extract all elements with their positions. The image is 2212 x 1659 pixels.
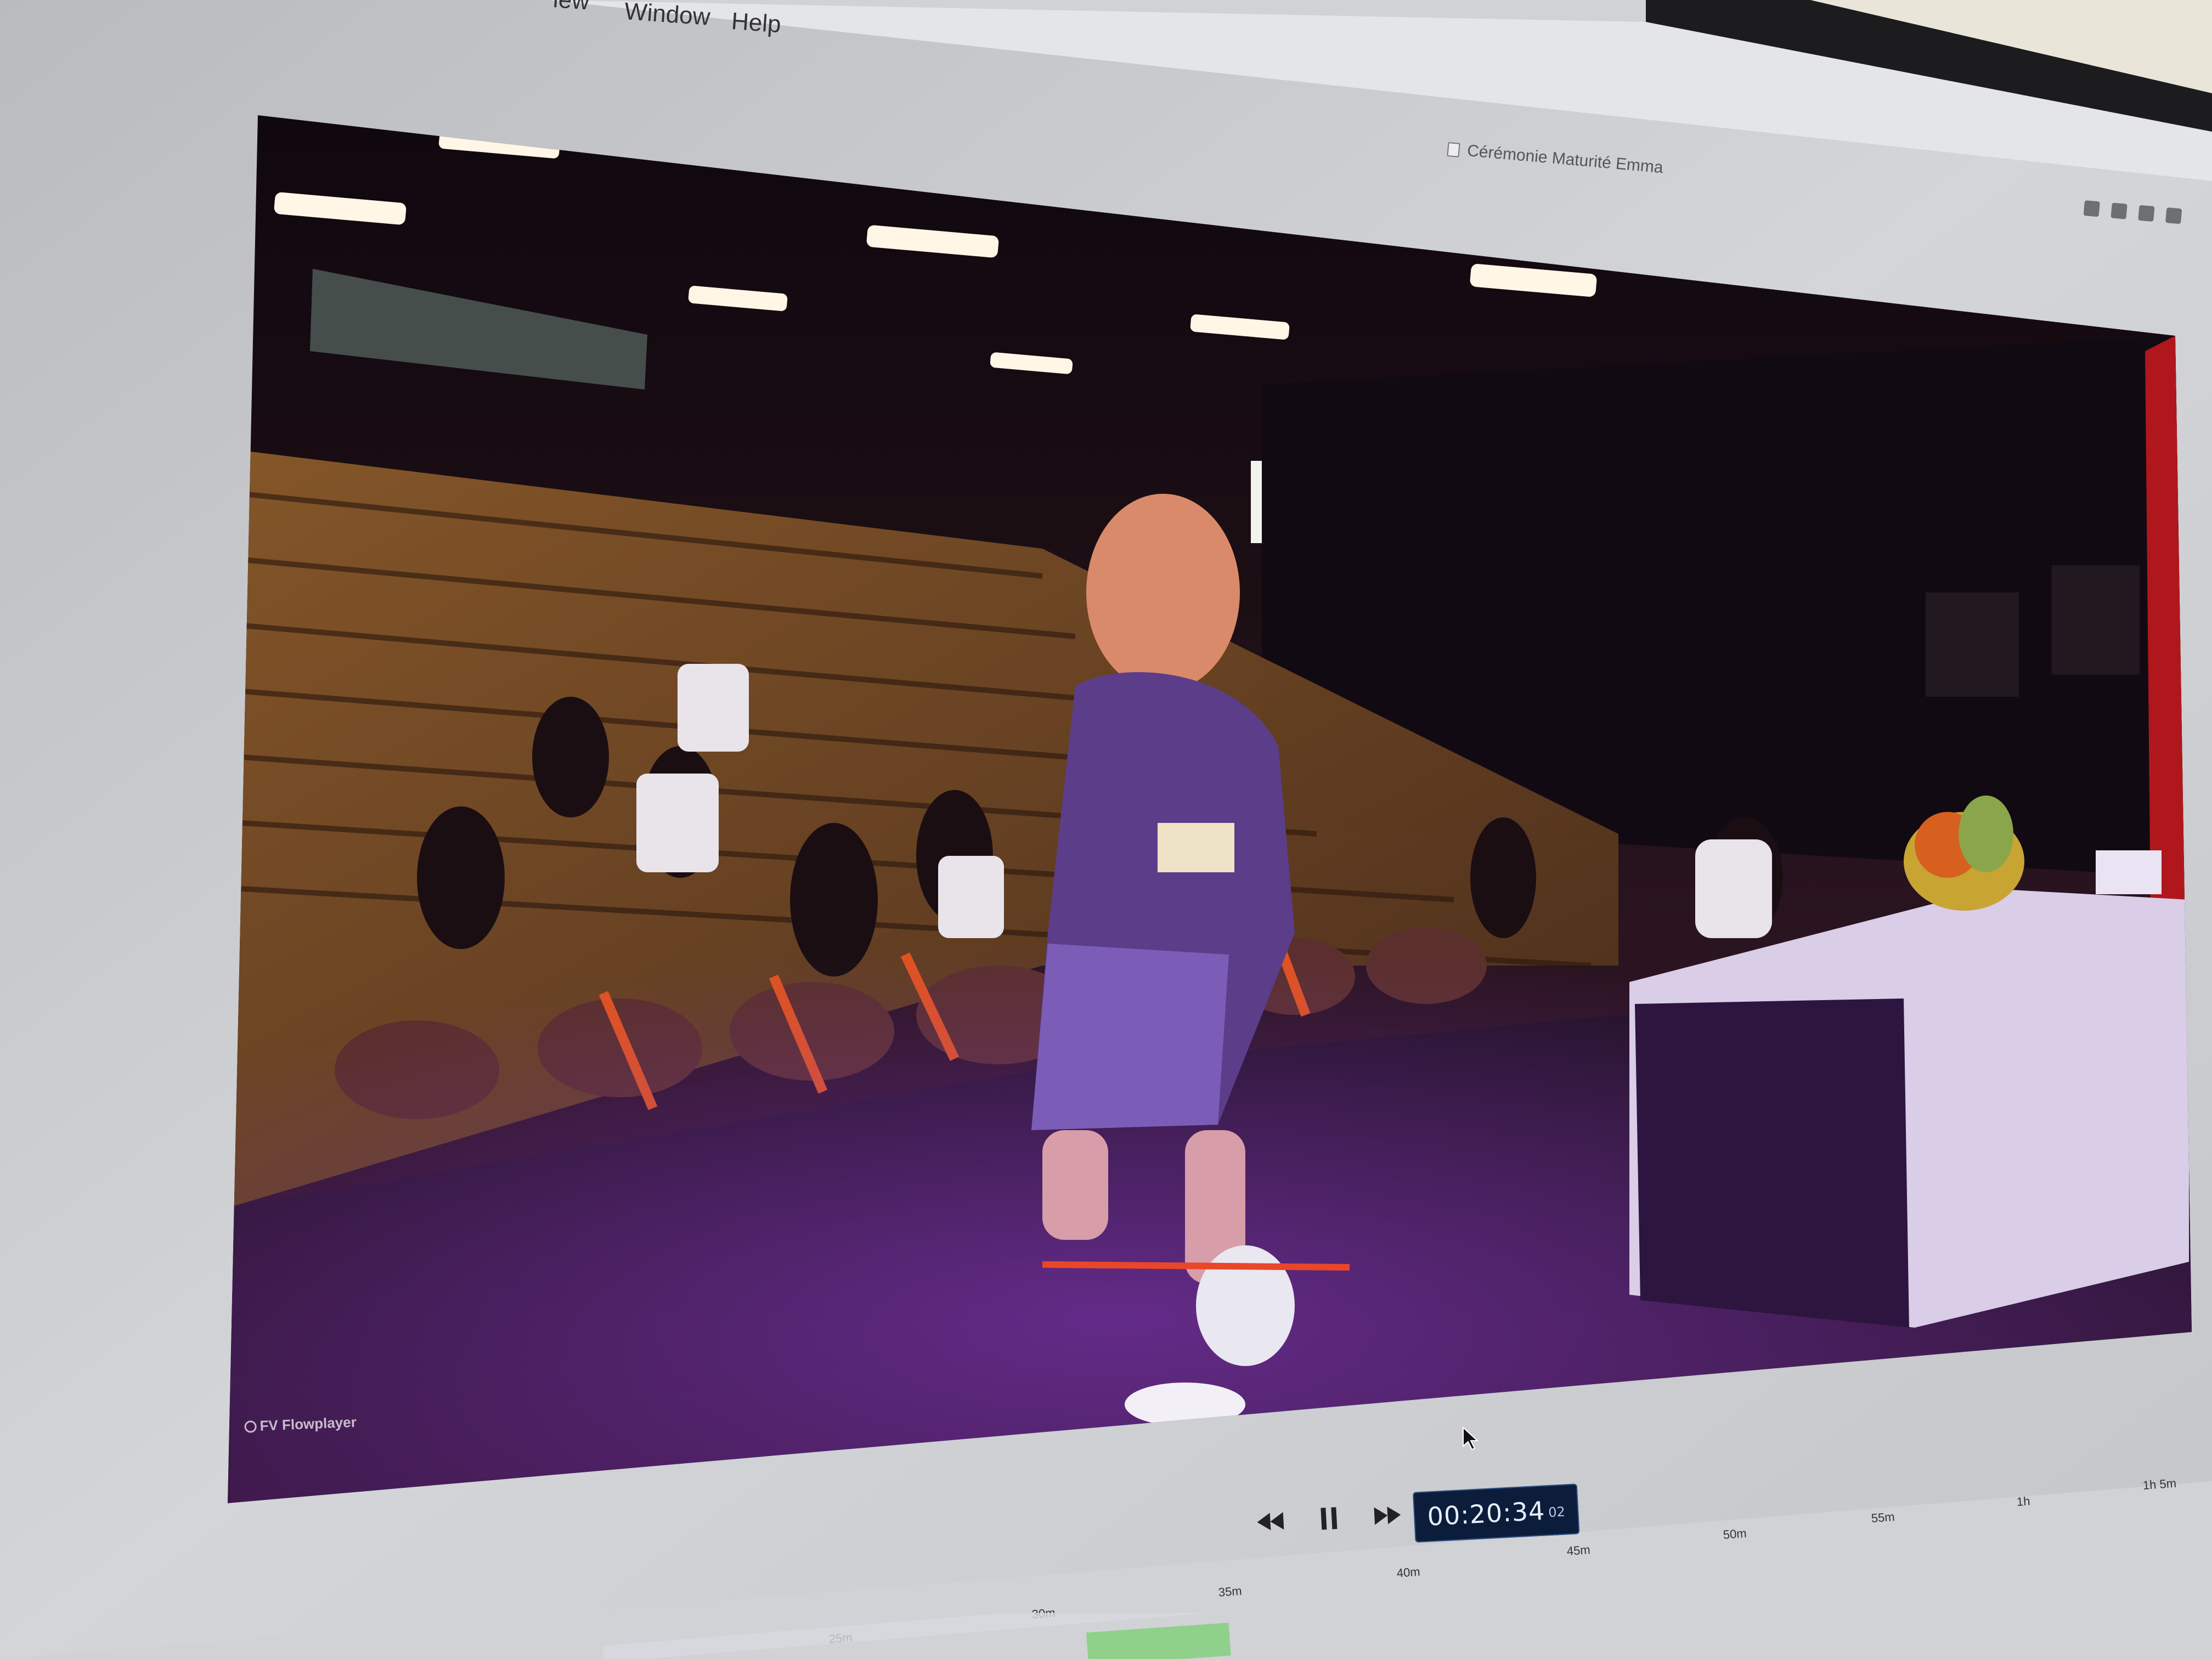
dropbox-icon[interactable] bbox=[2111, 202, 2128, 219]
monitor-frame bbox=[0, 0, 2212, 1659]
pause-icon[interactable] bbox=[1312, 1501, 1346, 1536]
timecode-display: 00:20:34 02 bbox=[1413, 1483, 1580, 1543]
sync-icon[interactable] bbox=[2138, 205, 2155, 222]
menu-view[interactable]: iew bbox=[552, 0, 590, 15]
menu-help[interactable]: Help bbox=[731, 8, 782, 38]
ruler-label: 40m bbox=[1396, 1565, 1421, 1580]
ruler-label: 50m bbox=[1723, 1526, 1747, 1542]
mouse-cursor-icon bbox=[1463, 1426, 1479, 1451]
ruler-label: 45m bbox=[1566, 1543, 1591, 1558]
ruler-label: 1h 5m bbox=[2142, 1476, 2177, 1492]
timeline-track[interactable] bbox=[603, 1613, 2212, 1659]
ruler-label: 55m bbox=[1871, 1510, 1895, 1525]
flowplayer-logo-icon bbox=[244, 1420, 257, 1433]
screen-record-icon[interactable] bbox=[2083, 200, 2100, 217]
timecode-frames: 02 bbox=[1548, 1504, 1566, 1521]
ruler-label: 35m bbox=[1218, 1584, 1243, 1599]
fast-forward-icon[interactable] bbox=[1370, 1498, 1404, 1533]
document-icon bbox=[1447, 142, 1460, 157]
display-icon[interactable] bbox=[2165, 207, 2182, 224]
rewind-icon[interactable] bbox=[1254, 1504, 1288, 1539]
photo-scene: iew Window Help Cérémonie Maturité Emma … bbox=[0, 0, 2212, 1659]
ruler-label: 1h bbox=[2016, 1494, 2031, 1509]
timecode-main: 00:20:34 bbox=[1426, 1496, 1546, 1532]
